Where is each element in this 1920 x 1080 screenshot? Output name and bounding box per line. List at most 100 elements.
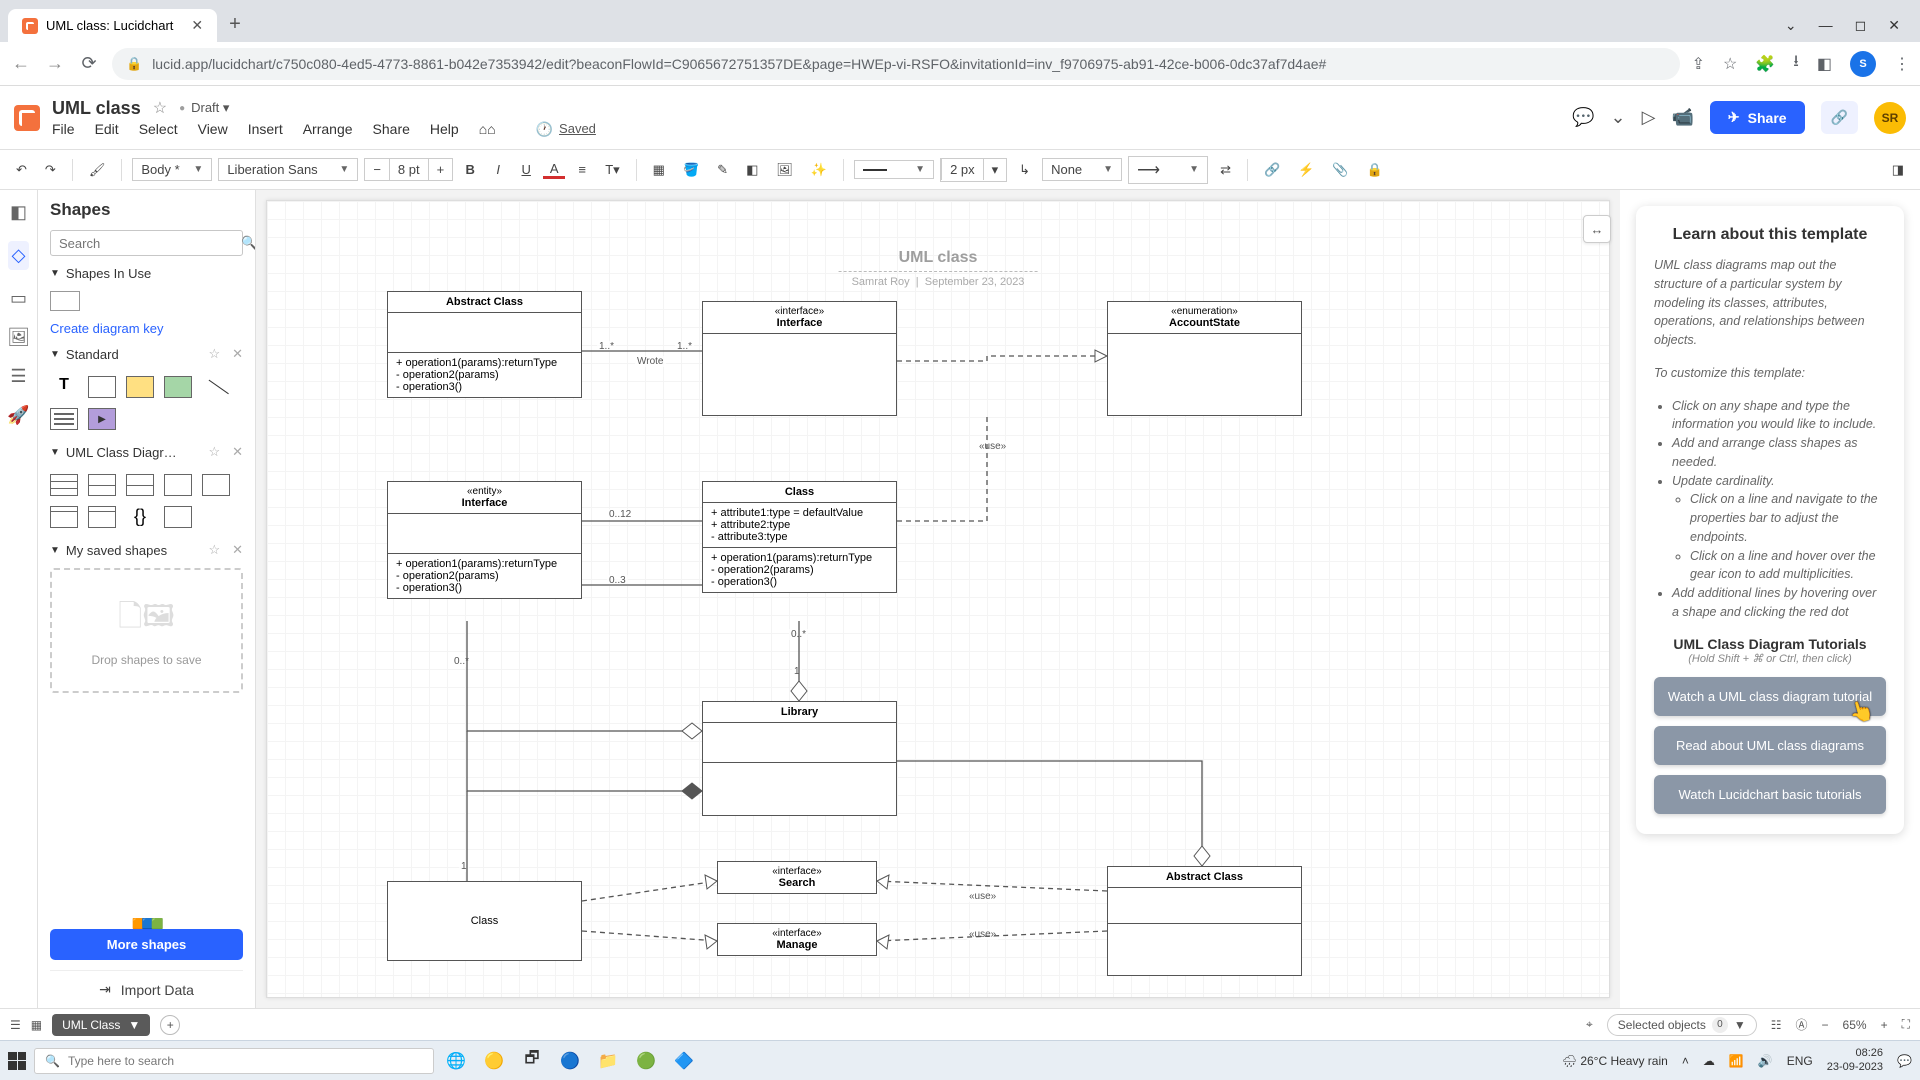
- font-family-select[interactable]: Body *▼: [132, 158, 212, 181]
- camera-icon[interactable]: 📹: [1671, 107, 1693, 128]
- shape-block[interactable]: [164, 376, 192, 398]
- start-arrow-select[interactable]: None▼: [1042, 158, 1122, 181]
- fullscreen-icon[interactable]: ⛶: [1902, 1017, 1910, 1032]
- tray-notifications-icon[interactable]: 💬: [1897, 1054, 1912, 1068]
- taskbar-search[interactable]: 🔍 Type here to search: [34, 1048, 434, 1074]
- rail-container-icon[interactable]: ▭: [10, 288, 27, 309]
- shape-search[interactable]: 🔍: [50, 230, 243, 256]
- present-icon[interactable]: ▷: [1642, 107, 1656, 128]
- link-icon[interactable]: 🔗: [1258, 158, 1286, 182]
- profile-avatar[interactable]: S: [1850, 51, 1876, 77]
- canvas-viewport[interactable]: ↔ UML class Samrat Roy | September 23, 2…: [256, 190, 1620, 1008]
- zoom-level[interactable]: 65%: [1843, 1018, 1867, 1032]
- taskbar-edge-icon[interactable]: 🔵: [556, 1047, 584, 1075]
- image-icon[interactable]: 🖼: [770, 158, 799, 182]
- increase-icon[interactable]: +: [429, 159, 453, 180]
- swap-ends-icon[interactable]: ⇄: [1214, 158, 1237, 182]
- extensions-icon[interactable]: 🧩: [1755, 54, 1775, 74]
- new-tab-button[interactable]: +: [229, 13, 241, 36]
- fill-color-button[interactable]: ▦: [647, 158, 671, 182]
- magic-wand-icon[interactable]: ✨: [805, 158, 833, 182]
- selected-objects-pill[interactable]: Selected objects 0 ▼: [1607, 1014, 1757, 1036]
- diagram-key-swatch[interactable]: [50, 291, 80, 311]
- line-style-select[interactable]: ▼: [854, 160, 934, 179]
- search-icon[interactable]: 🔍: [241, 235, 256, 251]
- nav-reload-icon[interactable]: ⟳: [78, 53, 100, 74]
- url-field[interactable]: 🔒 lucid.app/lucidchart/c750c080-4ed5-477…: [112, 48, 1680, 80]
- search-input[interactable]: [59, 236, 235, 251]
- rail-rocket-icon[interactable]: 🚀: [7, 405, 29, 426]
- favorite-star-icon[interactable]: ☆: [153, 98, 167, 118]
- marketplace-icon[interactable]: ⌂⌂: [479, 121, 496, 138]
- tutorial-watch-button[interactable]: Watch a UML class diagram tutorial 👆: [1654, 677, 1886, 716]
- shape-line[interactable]: [202, 376, 230, 398]
- grid-icon[interactable]: ▦: [31, 1018, 42, 1032]
- zoom-out-icon[interactable]: −: [1822, 1018, 1829, 1032]
- node-entity-interface[interactable]: «entity»Interface + operation1(params):r…: [387, 481, 582, 599]
- shape-class-2b[interactable]: [126, 474, 154, 496]
- canvas-title-block[interactable]: UML class Samrat Roy | September 23, 202…: [839, 249, 1038, 288]
- shape-brace[interactable]: {}: [126, 506, 154, 528]
- draft-status[interactable]: Draft ▾: [179, 100, 229, 116]
- close-section-icon[interactable]: ✕: [232, 346, 243, 362]
- saved-shapes-dropzone[interactable]: 🗋🖼 Drop shapes to save: [50, 568, 243, 693]
- text-color-button[interactable]: A: [543, 161, 565, 179]
- window-close-icon[interactable]: ✕: [1888, 17, 1900, 34]
- tutorial-basics-button[interactable]: Watch Lucidchart basic tutorials: [1654, 775, 1886, 814]
- pin-icon[interactable]: ☆: [208, 346, 220, 362]
- menu-help[interactable]: Help: [430, 121, 459, 138]
- text-options-button[interactable]: T▾: [599, 158, 625, 182]
- kebab-menu-icon[interactable]: ⋮: [1894, 54, 1910, 74]
- node-abstract-class-1[interactable]: Abstract Class + operation1(params):retu…: [387, 291, 582, 398]
- shape-rect[interactable]: [88, 376, 116, 398]
- pin-icon[interactable]: ☆: [208, 542, 220, 558]
- italic-button[interactable]: I: [487, 158, 509, 181]
- saved-indicator[interactable]: 🕐 Saved: [536, 121, 596, 138]
- shape-package[interactable]: [50, 506, 78, 528]
- menu-edit[interactable]: Edit: [95, 121, 119, 138]
- end-arrow-select[interactable]: ⟶▼: [1128, 156, 1208, 184]
- rail-shapes-icon[interactable]: ◇: [8, 241, 30, 270]
- menu-view[interactable]: View: [198, 121, 228, 138]
- section-saved-shapes[interactable]: ▼My saved shapes ☆ ✕: [50, 542, 243, 558]
- canvas-resize-handle[interactable]: ↔: [1583, 215, 1611, 243]
- node-manage[interactable]: «interface»Manage: [717, 923, 877, 956]
- node-search[interactable]: «interface»Search: [717, 861, 877, 894]
- shape-hotspot[interactable]: [88, 408, 116, 430]
- panels-toggle-icon[interactable]: ◨: [1886, 158, 1910, 182]
- bucket-icon[interactable]: 🪣: [677, 158, 705, 182]
- line-width-stepper[interactable]: 2 px ▾: [940, 158, 1007, 182]
- nav-back-icon[interactable]: ←: [10, 53, 32, 74]
- font-name-select[interactable]: Liberation Sans▼: [218, 158, 358, 181]
- undo-icon[interactable]: ↶: [10, 158, 33, 182]
- tray-volume-icon[interactable]: 🔊: [1758, 1054, 1773, 1068]
- downloads-icon[interactable]: ⭳: [1793, 50, 1799, 77]
- shape-list[interactable]: [50, 408, 78, 430]
- more-shapes-button[interactable]: More shapes: [50, 929, 243, 960]
- taskbar-taskview-icon[interactable]: 🗗: [518, 1047, 546, 1075]
- redo-icon[interactable]: ↷: [39, 158, 62, 182]
- shape-note[interactable]: [126, 376, 154, 398]
- taskbar-word-icon[interactable]: 🔷: [670, 1047, 698, 1075]
- taskbar-explorer-icon[interactable]: 📁: [594, 1047, 622, 1075]
- shape-class-3[interactable]: [50, 474, 78, 496]
- tray-language[interactable]: ENG: [1787, 1054, 1813, 1068]
- document-title[interactable]: UML class: [52, 98, 141, 119]
- page-tab-uml-class[interactable]: UML Class▼: [52, 1014, 150, 1036]
- accessibility-icon[interactable]: Ⓐ: [1796, 1016, 1808, 1033]
- menu-insert[interactable]: Insert: [248, 121, 283, 138]
- shape-simple[interactable]: [164, 474, 192, 496]
- list-icon[interactable]: ☰: [10, 1018, 21, 1032]
- taskbar-chrome-icon[interactable]: 🟢: [632, 1047, 660, 1075]
- lucidchart-logo[interactable]: [14, 105, 40, 131]
- weather-widget[interactable]: 🌧 26°C Heavy rain: [1562, 1054, 1668, 1068]
- add-page-button[interactable]: +: [160, 1015, 180, 1035]
- taskbar-globe-icon[interactable]: 🌐: [442, 1047, 470, 1075]
- bookmark-star-icon[interactable]: ☆: [1723, 54, 1737, 74]
- align-button[interactable]: ≡: [571, 158, 593, 181]
- rail-data-icon[interactable]: ☰: [10, 366, 26, 387]
- node-class[interactable]: Class + attribute1:type = defaultValue +…: [702, 481, 897, 593]
- menu-share[interactable]: Share: [373, 121, 410, 138]
- layers-icon[interactable]: ☷: [1771, 1018, 1782, 1032]
- tab-close-icon[interactable]: ✕: [191, 17, 203, 34]
